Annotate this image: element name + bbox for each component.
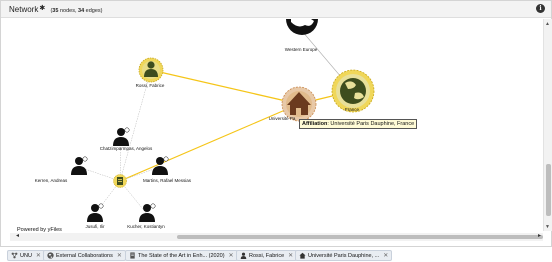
home-icon (299, 252, 306, 259)
close-icon[interactable]: ✕ (229, 251, 234, 261)
france-node[interactable] (331, 69, 375, 113)
label-chatzimparmpas: Chatzimparmpas, Angelos (99, 146, 153, 151)
tab-label: External Collaborations (56, 252, 113, 259)
tab-label: The State of the Art in Enh... (2020) (138, 252, 225, 259)
edge-rossi-universite (150, 69, 300, 105)
info-icon[interactable]: i (536, 4, 545, 13)
close-icon[interactable]: ✕ (288, 251, 293, 261)
vertical-scroll-thumb[interactable] (546, 164, 551, 216)
tab-unu[interactable]: UNU ✕ (7, 250, 45, 261)
jusufi-node[interactable] (87, 203, 104, 222)
horizontal-scrollbar[interactable]: ◂ ▸ (10, 233, 543, 241)
close-icon[interactable]: ✕ (383, 251, 388, 261)
breadcrumb-tab-bar: UNU ✕ External Collaborations ✕ The Stat… (0, 248, 552, 262)
tab-label: Université Paris Dauphine, ... (308, 252, 380, 259)
panel-title: Network✱ (35 nodes, 34 edges) (9, 4, 103, 14)
scroll-down-arrow-icon[interactable]: ▼ (545, 224, 550, 230)
scroll-up-arrow-icon[interactable]: ▲ (545, 21, 550, 27)
gear-icon[interactable]: ✱ (39, 5, 45, 12)
graph-svg[interactable] (2, 19, 543, 231)
tab-universite-paris-dauphine[interactable]: Université Paris Dauphine, ... ✕ (295, 250, 393, 261)
rossi-node[interactable] (138, 57, 164, 83)
graph-canvas[interactable]: Western Europe Rossi, Fabrice France Uni… (2, 19, 543, 231)
close-icon[interactable]: ✕ (117, 251, 122, 261)
close-icon[interactable]: ✕ (36, 251, 41, 261)
kucher-node[interactable] (139, 203, 156, 222)
edge-count: 34 (78, 8, 85, 14)
tab-external-collaborations[interactable]: External Collaborations ✕ (43, 250, 126, 261)
kerren-node[interactable] (71, 156, 88, 175)
chatzimparmpas-node[interactable] (113, 127, 130, 146)
panel-title-text: Network (9, 5, 39, 14)
label-france: France (344, 107, 360, 112)
scroll-right-arrow-icon[interactable]: ▸ (538, 232, 541, 239)
vertical-scrollbar[interactable]: ▲ ▼ (543, 19, 552, 231)
western-europe-node[interactable] (286, 19, 318, 35)
horizontal-scroll-thumb[interactable] (177, 235, 543, 239)
node-count: 35 (52, 8, 59, 14)
tooltip-key: Affiliation (302, 121, 328, 127)
label-western-europe: Western Europe (284, 47, 318, 52)
label-martins: Martins, Rafael Messias (142, 178, 192, 183)
document-icon (130, 252, 135, 259)
panel-header: Network✱ (35 nodes, 34 edges) i (1, 1, 551, 18)
tab-label: Rossi, Fabrice (249, 252, 285, 259)
affiliation-tooltip: Affiliation: Université Paris Dauphine, … (299, 119, 418, 129)
label-kerren: Kerren, Andreas (34, 178, 68, 183)
label-jusufi: Jusufi, Ilir (85, 224, 105, 229)
tooltip-value: : Université Paris Dauphine, France (327, 121, 415, 127)
scroll-left-arrow-icon[interactable]: ◂ (16, 232, 19, 239)
tab-state-of-the-art[interactable]: The State of the Art in Enh... (2020) ✕ (125, 250, 238, 261)
hub-document-node[interactable] (113, 174, 127, 188)
label-kucher: Kucher, Kostiantyn (127, 224, 165, 229)
network-icon (11, 252, 18, 259)
tab-label: UNU (20, 252, 32, 259)
network-panel: Network✱ (35 nodes, 34 edges) i Western … (0, 0, 552, 247)
graph-stats: (35 nodes, 34 edges) (50, 8, 103, 14)
person-icon (240, 252, 247, 259)
label-universite: Université Pa (268, 116, 296, 121)
globe-icon (47, 252, 54, 259)
label-rossi: Rossi, Fabrice (135, 83, 165, 88)
tab-rossi-fabrice[interactable]: Rossi, Fabrice ✕ (236, 250, 298, 261)
